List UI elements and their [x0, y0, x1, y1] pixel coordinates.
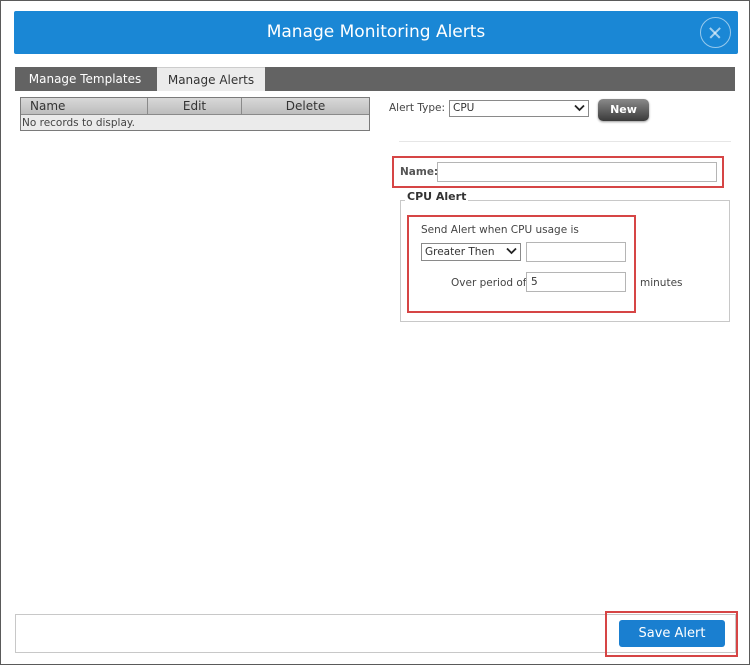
- cpu-alert-legend: CPU Alert: [405, 190, 469, 203]
- operator-value: Greater Then: [425, 246, 495, 258]
- name-field[interactable]: [437, 162, 717, 182]
- alert-type-label: Alert Type:: [389, 102, 445, 114]
- tab-strip: Manage Templates Manage Alerts: [15, 67, 735, 91]
- alerts-grid: Name Edit Delete No records to display.: [20, 97, 370, 131]
- period-unit-label: minutes: [640, 277, 683, 289]
- tab-manage-alerts[interactable]: Manage Alerts: [157, 67, 265, 91]
- column-header-delete[interactable]: Delete: [242, 98, 369, 115]
- tab-manage-templates[interactable]: Manage Templates: [15, 67, 155, 91]
- close-icon[interactable]: [700, 17, 731, 48]
- chevron-down-icon: [506, 247, 517, 255]
- name-label: Name:: [400, 166, 439, 178]
- column-header-name[interactable]: Name: [21, 98, 148, 115]
- dialog-title: Manage Monitoring Alerts: [266, 22, 486, 42]
- column-header-edit[interactable]: Edit: [148, 98, 242, 115]
- operator-select[interactable]: Greater Then: [421, 243, 521, 261]
- alert-type-value: CPU: [453, 102, 475, 114]
- divider: [399, 141, 731, 142]
- chevron-down-icon: [574, 104, 585, 112]
- alert-type-select[interactable]: CPU: [449, 100, 589, 117]
- cpu-condition-label: Send Alert when CPU usage is: [421, 224, 579, 236]
- period-label: Over period of: [451, 277, 527, 289]
- threshold-input[interactable]: [526, 242, 626, 262]
- save-alert-button[interactable]: Save Alert: [619, 620, 725, 647]
- grid-empty-message: No records to display.: [22, 117, 135, 129]
- manage-monitoring-alerts-dialog: Manage Monitoring Alerts Manage Template…: [0, 0, 750, 665]
- dialog-titlebar: Manage Monitoring Alerts: [14, 11, 738, 54]
- new-alert-button[interactable]: New: [598, 99, 649, 121]
- grid-header: Name Edit Delete: [21, 98, 369, 115]
- period-input[interactable]: 5: [526, 272, 626, 292]
